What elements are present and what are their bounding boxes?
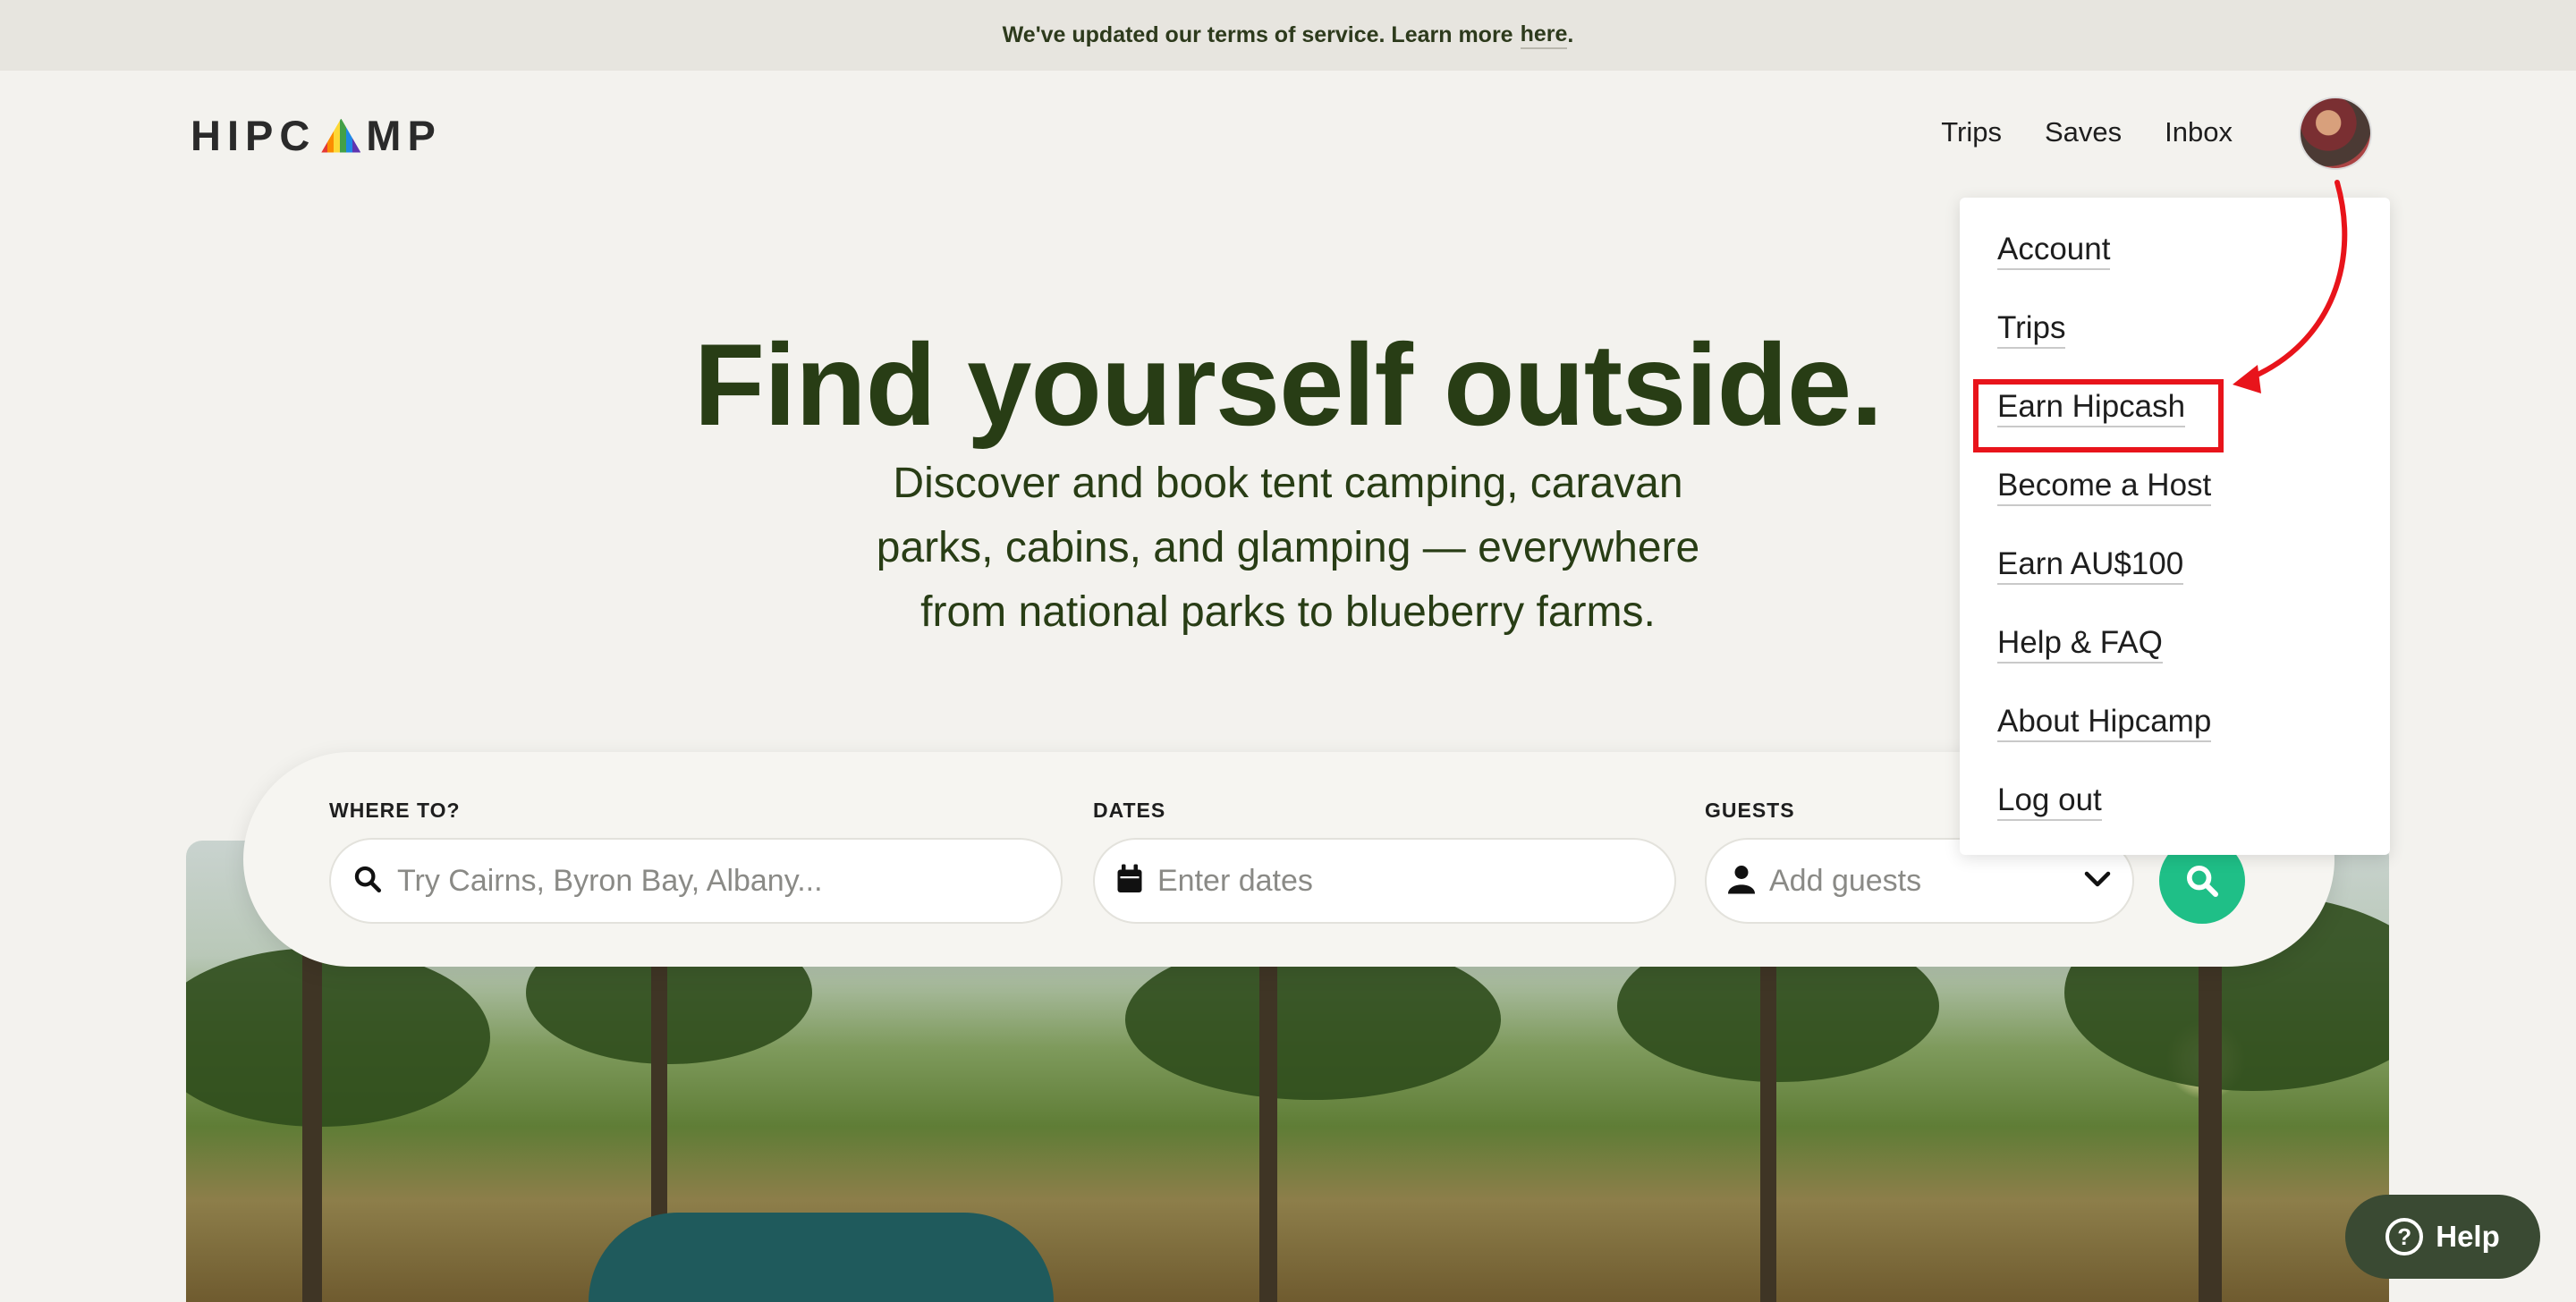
banner-link[interactable]: here	[1520, 21, 1568, 49]
menu-item-about[interactable]: About Hipcamp	[1997, 704, 2390, 782]
person-icon	[1728, 864, 1755, 899]
guests-label: GUESTS	[1705, 799, 1795, 822]
banner-period: .	[1567, 22, 1574, 47]
dates-input[interactable]	[1157, 863, 1674, 899]
search-icon	[2187, 866, 2218, 897]
hipcamp-logo[interactable]: HIPC MP	[191, 111, 442, 160]
dates-field[interactable]	[1093, 838, 1676, 924]
top-nav: Trips Saves Inbox	[1941, 116, 2233, 148]
user-avatar[interactable]	[2299, 97, 2372, 170]
menu-item-earn-au100[interactable]: Earn AU$100	[1997, 546, 2390, 625]
logo-text-right: MP	[366, 112, 442, 159]
chevron-down-icon[interactable]	[2084, 870, 2111, 892]
tree-trunk	[1760, 953, 1776, 1302]
annotation-arrow	[2233, 180, 2348, 393]
tree-trunk	[1259, 944, 1277, 1302]
where-label: WHERE TO?	[329, 799, 461, 822]
search-icon	[352, 864, 383, 899]
tent	[589, 1213, 1054, 1302]
help-circle-icon: ?	[2385, 1218, 2424, 1256]
menu-item-logout[interactable]: Log out	[1997, 782, 2390, 861]
guests-input[interactable]	[1769, 863, 2084, 899]
menu-item-help-faq[interactable]: Help & FAQ	[1997, 625, 2390, 704]
hero-subtitle: Discover and book tent camping, caravan …	[876, 460, 1700, 636]
nav-trips[interactable]: Trips	[1941, 116, 2002, 148]
calendar-icon	[1116, 864, 1143, 899]
nav-saves[interactable]: Saves	[2045, 116, 2122, 148]
tree-trunk	[302, 926, 322, 1302]
tree-canopy	[186, 948, 490, 1127]
logo-text-left: HIPC	[191, 112, 317, 159]
terms-banner: We've updated our terms of service. Lear…	[0, 0, 2576, 71]
where-input[interactable]	[397, 863, 1061, 899]
nav-inbox[interactable]: Inbox	[2165, 116, 2233, 148]
logo-triangle-icon	[321, 118, 361, 153]
dates-label: DATES	[1093, 799, 1166, 822]
menu-item-become-host[interactable]: Become a Host	[1997, 468, 2390, 546]
where-field[interactable]	[329, 838, 1063, 924]
help-label: Help	[2436, 1220, 2500, 1253]
highlight-box	[1973, 379, 2224, 452]
help-button[interactable]: ? Help	[2345, 1195, 2540, 1279]
banner-text: We've updated our terms of service. Lear…	[1002, 22, 1513, 47]
